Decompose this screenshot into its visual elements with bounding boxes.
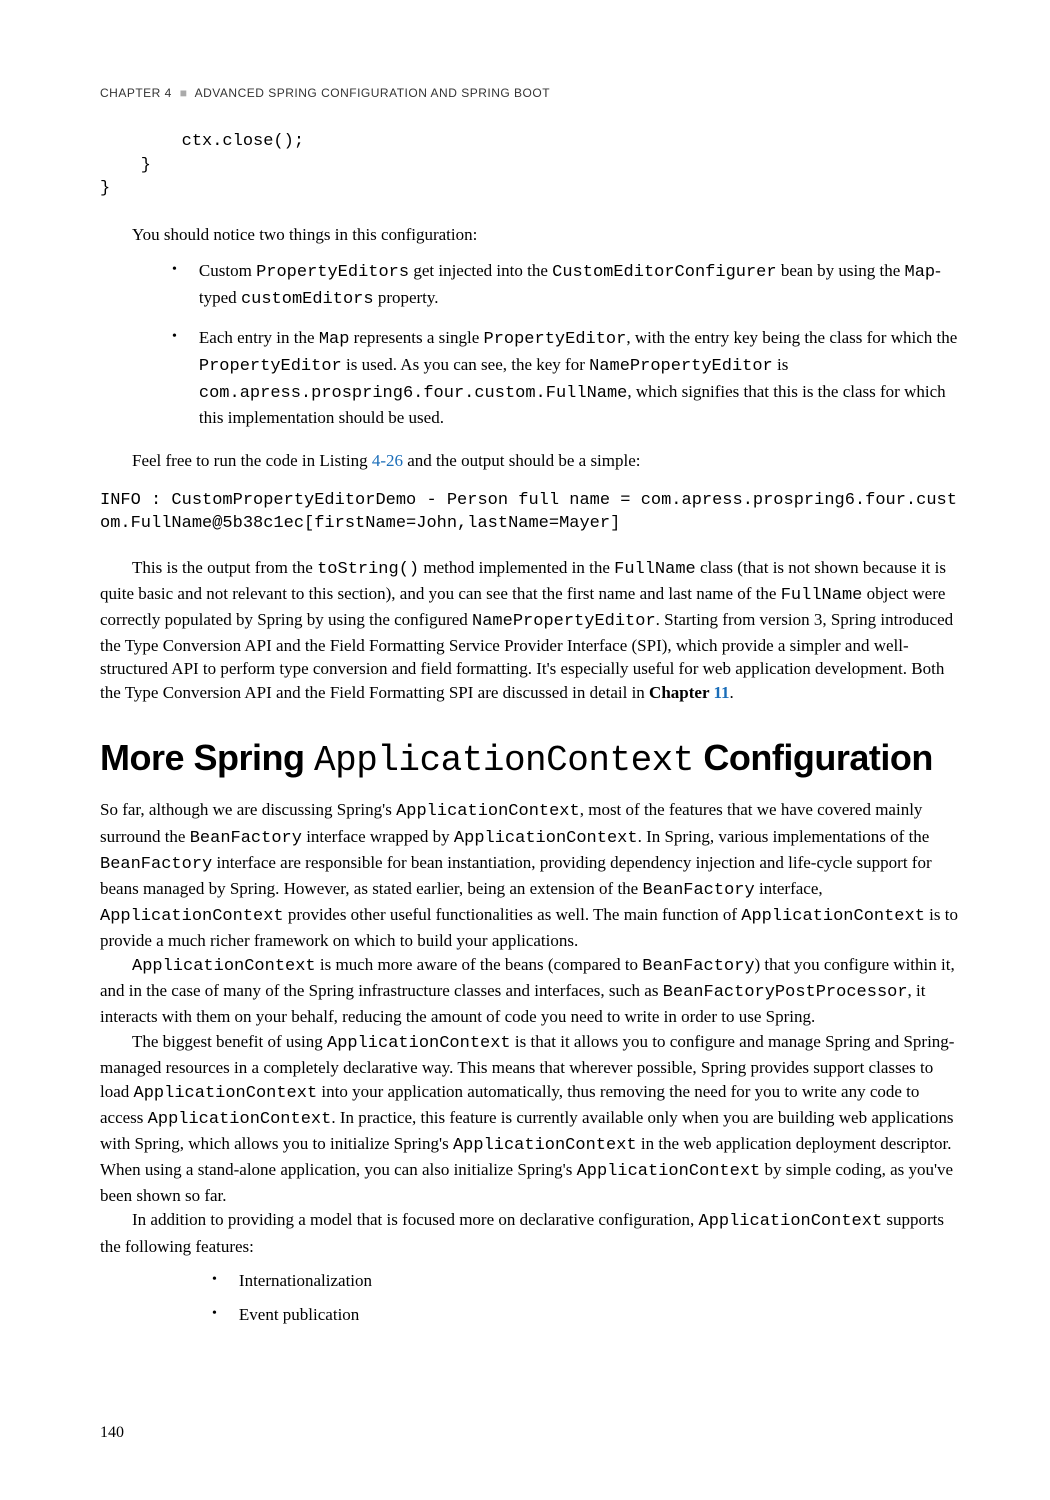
body-paragraph: ApplicationContext is much more aware of… <box>100 953 965 1029</box>
list-item: • Event publication <box>212 1303 965 1328</box>
listing-link[interactable]: 4-26 <box>372 451 403 470</box>
console-output: INFO : CustomPropertyEditorDemo - Person… <box>100 489 965 537</box>
bullet-list-2: • Internationalization • Event publicati… <box>212 1269 965 1328</box>
page-number: 140 <box>100 1422 124 1444</box>
chapter-title: ADVANCED SPRING CONFIGURATION AND SPRING… <box>195 86 550 100</box>
bullet-text: Custom PropertyEditors get injected into… <box>199 259 965 312</box>
output-explanation-paragraph: This is the output from the toString() m… <box>100 556 965 705</box>
bullet-icon: • <box>212 1303 217 1328</box>
bullet-icon: • <box>212 1269 217 1294</box>
body-paragraphs: So far, although we are discussing Sprin… <box>100 798 965 1258</box>
body-paragraph: So far, although we are discussing Sprin… <box>100 798 965 953</box>
chapter-label: CHAPTER 4 <box>100 86 172 100</box>
bullet-list-1: • Custom PropertyEditors get injected in… <box>172 259 965 431</box>
section-heading: More Spring ApplicationContext Configura… <box>100 733 965 786</box>
list-item: • Each entry in the Map represents a sin… <box>172 326 965 431</box>
listing-reference-paragraph: Feel free to run the code in Listing 4-2… <box>100 449 965 473</box>
page-header: CHAPTER 4 ■ ADVANCED SPRING CONFIGURATIO… <box>100 85 965 102</box>
list-item: • Custom PropertyEditors get injected in… <box>172 259 965 312</box>
chapter-link[interactable]: 11 <box>713 683 729 702</box>
bullet-text: Each entry in the Map represents a singl… <box>199 326 965 431</box>
bullet-icon: • <box>172 326 177 431</box>
body-paragraph: In addition to providing a model that is… <box>100 1208 965 1258</box>
body-paragraph: The biggest benefit of using Application… <box>100 1030 965 1209</box>
code-block: ctx.close(); } } <box>100 130 965 201</box>
bullet-icon: • <box>172 259 177 312</box>
bullet-text: Internationalization <box>239 1269 965 1294</box>
bullet-text: Event publication <box>239 1303 965 1328</box>
header-separator: ■ <box>180 86 188 100</box>
intro-paragraph: You should notice two things in this con… <box>100 223 965 247</box>
list-item: • Internationalization <box>212 1269 965 1294</box>
